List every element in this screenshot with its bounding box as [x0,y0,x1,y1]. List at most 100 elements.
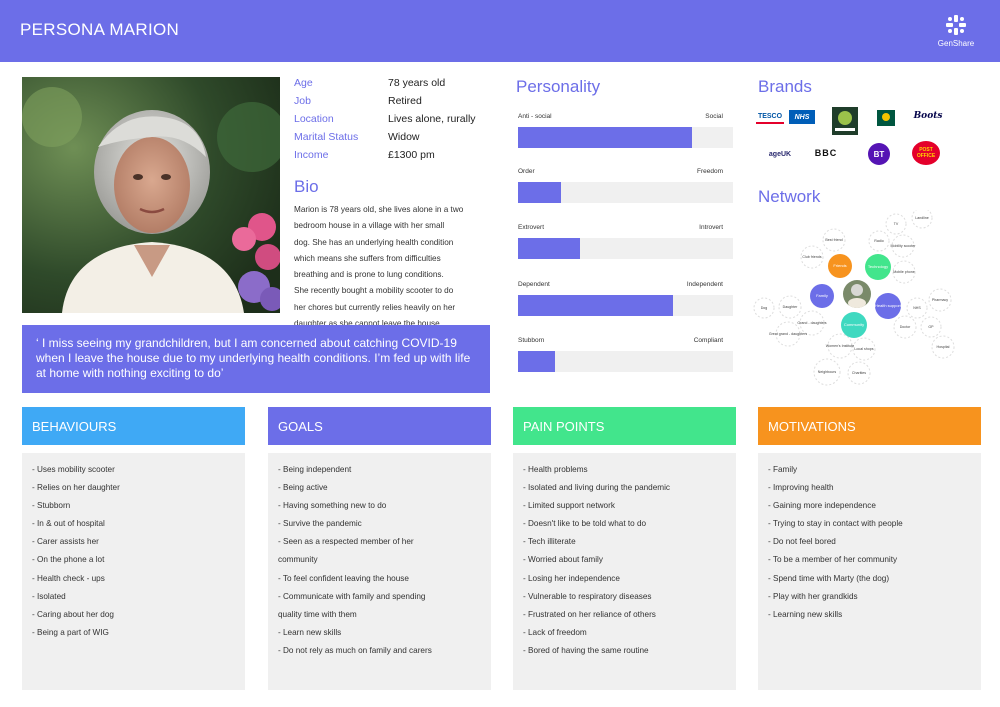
slider-right-label: Social [705,113,723,120]
behaviours-list: - Uses mobility scooter - Relies on her … [22,453,245,690]
network-node: Mobility scooter [891,244,917,248]
info-value: Retired [388,95,422,107]
behaviours-header: BEHAVIOURS [22,407,245,445]
page-title: PERSONA MARION [20,20,180,39]
list-item: - Play with her grandkids [768,591,858,601]
list-item: - Relies on her daughter [32,483,120,493]
info-label: Job [294,95,311,107]
personality-slider: Extrovert Introvert [518,224,733,259]
slider-right-label: Compliant [693,337,723,344]
network-node: Local shops [854,347,873,351]
network-node: Grand - daughters [797,321,826,325]
list-item: - Health check - ups [32,573,105,583]
list-item: - Stubborn [32,501,71,511]
info-label: Marital Status [294,131,359,143]
list-item: - Learning new skills [768,609,843,619]
list-item: - Learn new skills [278,627,342,637]
slider-track [518,238,733,259]
list-item: - In & out of hospital [32,519,105,529]
brand-tesco-logo: TESCO [756,110,784,124]
bio-line: dog. She has an underlying health condit… [294,237,454,247]
info-label: Age [294,77,313,89]
list-item: - Communicate with family and spending [278,591,426,601]
brands-title: Brands [758,77,812,96]
bio-line: her chores but currently relies heavily … [294,302,456,312]
network-node: NHS [913,306,921,310]
list-item: - Losing her independence [523,573,620,583]
network-node: Doctor [900,325,911,329]
network-node: Hospital [937,345,950,349]
goals-list: - Being independent - Being active - Hav… [268,453,491,690]
info-label: Income [294,149,329,161]
info-value: Lives alone, rurally [388,113,476,125]
network-node: Club friends [802,255,821,259]
info-row-location: Location Lives alone, rurally [294,113,504,131]
slider-track [518,295,733,316]
list-item: - Spend time with Marty (the dog) [768,573,890,583]
network-node: Great grand - daughters [769,332,808,336]
info-row-marital-status: Marital Status Widow [294,131,504,149]
list-item: - Seen as a respected member of her [278,537,414,547]
list-item: - Being active [278,483,328,493]
info-value: £1300 pm [388,149,435,161]
header-bar: PERSONA MARION GenShare [0,0,1000,62]
slider-track [518,182,733,203]
bio-line: which means she suffers from difficultie… [294,253,441,263]
list-item: - Being independent [278,465,352,474]
pain-points-header: PAIN POINTS [513,407,736,445]
network-node: Daughter [783,305,799,309]
logo-text: GenShare [937,39,975,48]
persona-photo [22,77,280,313]
bio-text: Marion is 78 years old, she lives alone … [294,202,492,332]
network-node: Women's Institute [826,344,854,348]
list-item: - Caring about her dog [32,609,114,619]
pain-points-list: - Health problems - Isolated and living … [513,453,736,690]
genshare-logo: GenShare [930,14,982,48]
bio-title: Bio [294,177,319,196]
network-hub: Health support [875,303,902,308]
info-label: Location [294,113,334,125]
brand-bt-logo: BT [868,143,890,165]
slider-left-label: Dependent [518,281,550,288]
slider-left-label: Order [518,168,535,175]
slider-fill [518,295,673,316]
bio-line: She recently bought a mobility scooter t… [294,286,454,296]
brand-womens-institute-logo [832,107,858,135]
motivations-header: MOTIVATIONS [758,407,981,445]
info-row-income: Income £1300 pm [294,149,504,167]
slider-fill [518,182,561,203]
slider-fill [518,127,693,148]
list-item: - Worried about family [523,555,603,565]
goals-header: GOALS [268,407,491,445]
list-item: quality time with them [278,609,357,619]
brand-boots-logo: Boots [913,111,943,121]
brand-ageuk-logo: ageUK [768,150,792,158]
list-item: - Lack of freedom [523,627,587,637]
motivations-list: - Family - Improving health - Gaining mo… [758,453,981,690]
list-item: - Vulnerable to respiratory diseases [523,591,652,601]
list-item: - Uses mobility scooter [32,465,115,474]
bio-line: breathing and is prone to lung condition… [294,270,444,280]
list-item: - Being a part of WIG [32,627,109,637]
personality-slider: Order Freedom [518,168,733,203]
slider-track [518,351,733,372]
slider-right-label: Independent [686,281,723,288]
list-item: - Having something new to do [278,501,387,511]
brand-nhs-logo: NHS [789,110,815,124]
list-item: - Family [768,465,798,474]
network-hub: Technology [868,264,888,269]
network-node: GP [928,325,934,329]
network-node: Pharmacy [932,298,948,302]
bio-line: Marion is 78 years old, she lives alone … [294,205,464,214]
info-value: Widow [388,131,420,143]
slider-track [518,127,733,148]
list-item: community [278,555,318,565]
network-hub: Family [816,293,828,298]
list-item: - Tech illiterate [523,537,576,547]
slider-right-label: Freedom [696,168,723,175]
slider-fill [518,238,581,259]
network-hub: Community [844,322,864,327]
network-node: Landline [915,216,929,220]
network-node: TV [894,222,899,226]
slider-fill [518,351,555,372]
